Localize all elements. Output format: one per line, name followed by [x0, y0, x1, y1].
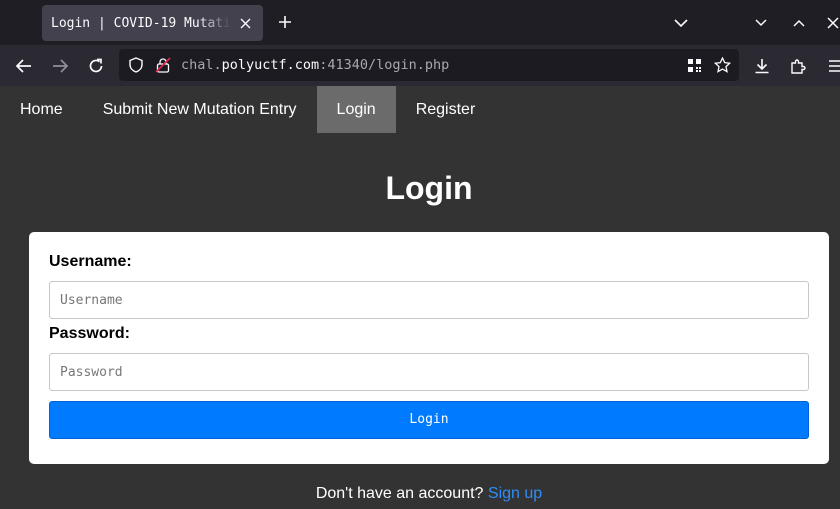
- extensions-icon[interactable]: [786, 54, 810, 78]
- username-label: Username:: [49, 253, 132, 270]
- nav-login[interactable]: Login: [316, 86, 396, 133]
- list-all-tabs-icon[interactable]: [670, 12, 692, 34]
- reload-icon[interactable]: [84, 54, 108, 78]
- site-navigation: Home Submit New Mutation Entry Login Reg…: [0, 86, 840, 133]
- signup-link[interactable]: Sign up: [488, 485, 542, 502]
- close-tab-icon[interactable]: [235, 13, 255, 33]
- menu-icon[interactable]: [824, 54, 840, 78]
- bookmark-star-icon[interactable]: [713, 56, 731, 74]
- nav-submit-mutation[interactable]: Submit New Mutation Entry: [83, 86, 317, 133]
- url-path: :41340/login.php: [319, 57, 450, 73]
- signup-prompt: Don't have an account? Sign up: [0, 485, 840, 503]
- password-input[interactable]: [49, 353, 809, 391]
- url-prefix: chal.: [181, 57, 222, 73]
- url-host: polyuctf.com: [221, 57, 320, 73]
- insecure-lock-icon[interactable]: [154, 56, 172, 74]
- new-tab-icon[interactable]: [274, 12, 296, 34]
- password-label: Password:: [49, 325, 130, 342]
- shield-icon[interactable]: [127, 56, 145, 74]
- nav-home[interactable]: Home: [0, 86, 83, 133]
- close-window-icon[interactable]: [822, 12, 840, 34]
- address-bar[interactable]: chal.polyuctf.com:41340/login.php: [119, 49, 739, 81]
- url-text[interactable]: chal.polyuctf.com:41340/login.php: [181, 57, 449, 73]
- qr-code-icon[interactable]: [685, 56, 703, 74]
- username-input[interactable]: [49, 281, 809, 319]
- browser-tab[interactable]: Login | COVID-19 Mutation Tracker: [42, 5, 263, 41]
- page-title: Login: [385, 170, 473, 206]
- signup-text: Don't have an account?: [315, 485, 484, 502]
- nav-register[interactable]: Register: [396, 86, 496, 133]
- back-arrow-icon[interactable]: [12, 54, 36, 78]
- maximize-icon[interactable]: [788, 12, 810, 34]
- tab-title: Login | COVID-19 Mutation Tracker: [51, 15, 231, 31]
- login-submit-button[interactable]: Login: [49, 401, 809, 439]
- forward-arrow-icon[interactable]: [48, 54, 72, 78]
- download-icon[interactable]: [750, 54, 774, 78]
- login-form-card: Username: Password: Login: [29, 232, 829, 464]
- minimize-icon[interactable]: [750, 12, 772, 34]
- browser-tab-strip: Login | COVID-19 Mutation Tracker: [0, 0, 840, 45]
